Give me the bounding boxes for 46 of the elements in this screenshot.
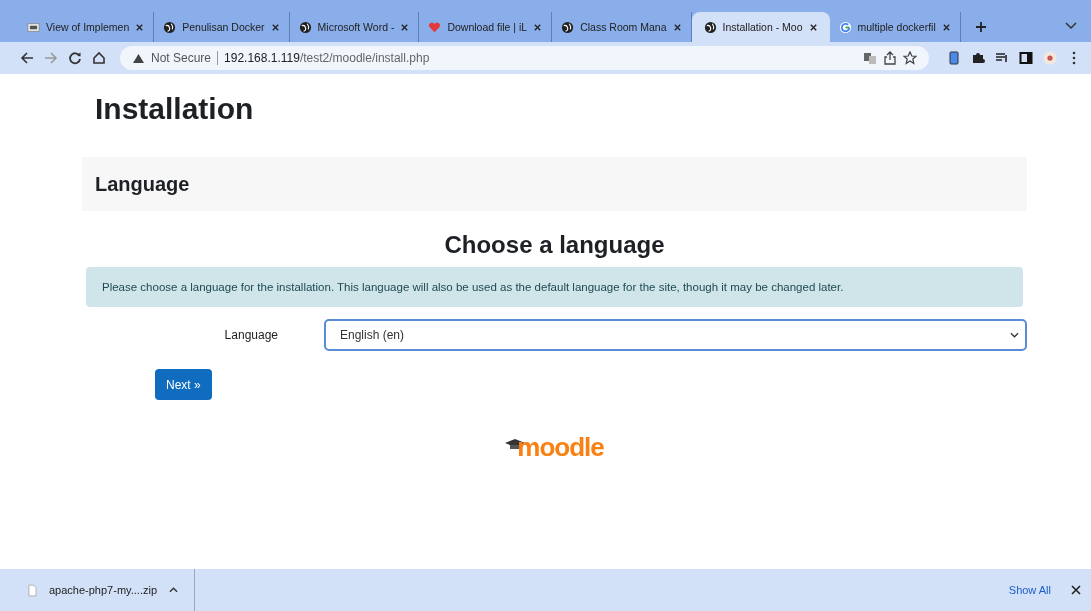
field-label: Language <box>223 328 279 342</box>
close-icon[interactable] <box>135 22 145 32</box>
close-icon[interactable] <box>672 22 682 32</box>
new-tab-icon[interactable] <box>974 21 987 33</box>
url-text: 192.168.1.119/test2/moodle/install.php <box>224 51 430 65</box>
close-icon[interactable] <box>270 22 280 32</box>
close-icon[interactable] <box>1071 585 1081 595</box>
download-filename[interactable]: apache-php7-my....zip <box>49 584 158 596</box>
address-bar[interactable]: Not Secure 192.168.1.119/test2/moodle/install.php <box>120 46 929 70</box>
phone-icon[interactable] <box>947 51 961 65</box>
section-title: Language <box>95 172 190 196</box>
language-select[interactable]: English (en) <box>324 319 1027 351</box>
heart-icon <box>428 20 442 34</box>
browser-tab[interactable]: Installation - Moo <box>691 12 830 42</box>
playlist-icon[interactable] <box>995 51 1009 65</box>
globe-icon <box>561 20 575 34</box>
next-button[interactable]: Next » <box>155 369 212 400</box>
puzzle-icon[interactable] <box>971 51 985 65</box>
warning-icon <box>132 52 145 64</box>
back-icon[interactable] <box>20 51 34 65</box>
page-title: Installation <box>95 92 255 126</box>
chevron-down-icon[interactable] <box>1065 22 1077 30</box>
globe-icon <box>163 20 177 34</box>
info-notice: Please choose a language for the installation. This language will also be used as the default language for the site, though it may be changed later. <box>86 267 1023 307</box>
globe-icon <box>298 20 312 34</box>
home-icon[interactable] <box>92 51 106 65</box>
close-icon[interactable] <box>533 22 543 32</box>
share-icon[interactable] <box>883 51 897 65</box>
file-icon <box>28 583 37 597</box>
moodle-logo: moodle <box>517 432 604 463</box>
chevron-down-icon <box>1010 332 1019 338</box>
star-icon[interactable] <box>903 51 917 65</box>
close-icon[interactable] <box>941 22 951 32</box>
close-icon[interactable] <box>808 22 818 32</box>
globe-icon <box>703 20 717 34</box>
translate-icon[interactable] <box>863 51 877 65</box>
google-icon <box>838 20 852 34</box>
avatar-icon[interactable] <box>1043 51 1057 65</box>
show-all-link[interactable]: Show All <box>1008 584 1051 596</box>
reload-icon[interactable] <box>68 51 82 65</box>
side-panel-icon[interactable] <box>1019 51 1033 65</box>
heading: Choose a language <box>443 231 666 259</box>
caret-up-icon[interactable] <box>169 587 179 593</box>
security-label: Not Secure <box>151 51 212 65</box>
close-icon[interactable] <box>400 22 410 32</box>
document-icon <box>27 20 40 34</box>
